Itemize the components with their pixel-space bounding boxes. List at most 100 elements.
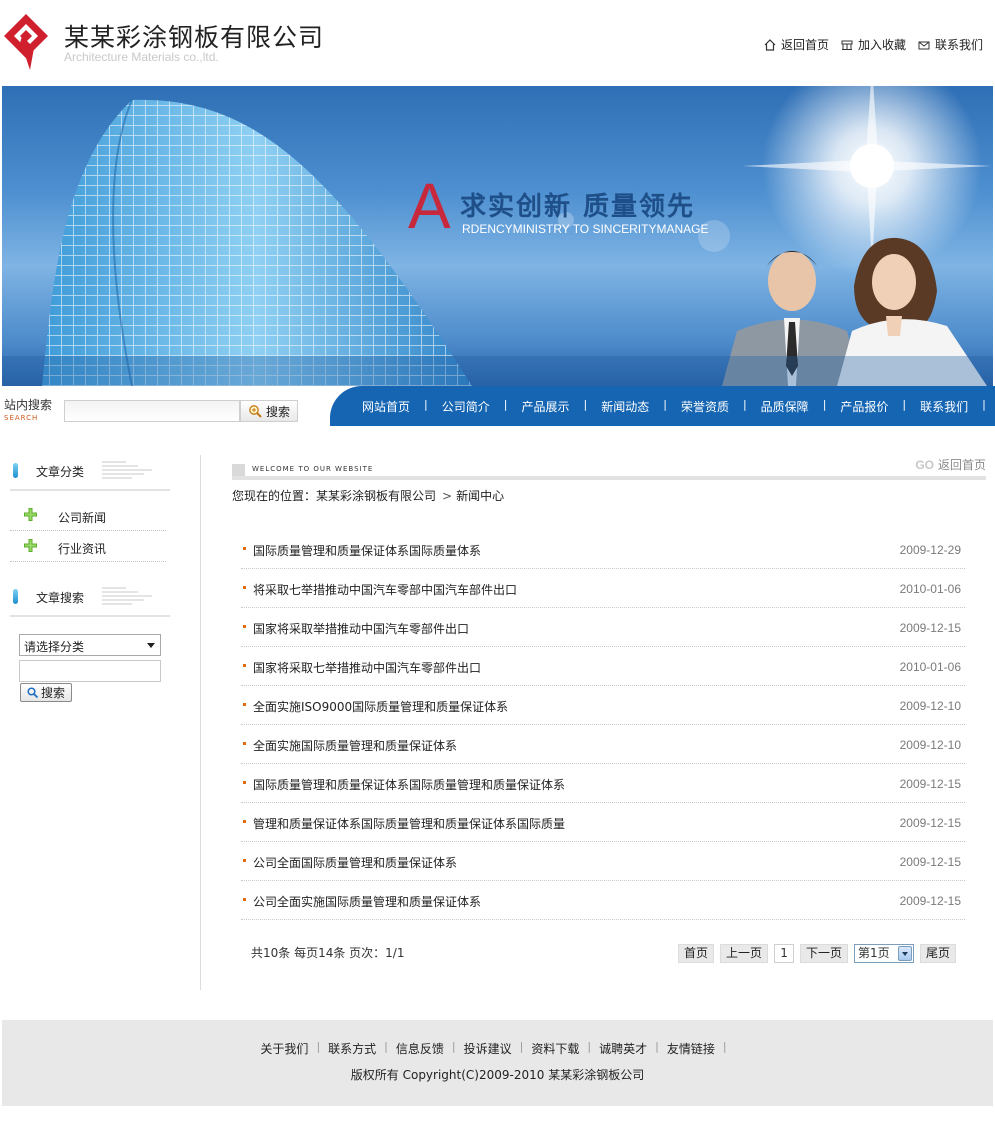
breadcrumb-current: 新闻中心 [456,489,505,503]
nav-item-home[interactable]: 网站首页 [362,398,410,415]
next-page-button[interactable]: 下一页 [800,944,849,963]
bullet-icon [243,664,246,667]
sidebar-item-label: 行业资讯 [58,542,107,556]
favorites-icon [841,40,853,50]
top-link-home-label: 返回首页 [780,38,829,52]
heading-marker-icon [13,463,18,478]
top-link-contact[interactable]: 联系我们 [918,36,983,53]
chevron-down-icon [147,643,155,648]
last-page-button[interactable]: 尾页 [920,944,957,963]
nav-item-contact[interactable]: 联系我们 [920,398,968,415]
site-search-button-label: 搜索 [265,404,290,419]
site-search-label-en: SEARCH [4,414,39,422]
footer-link-feedback[interactable]: 信息反馈 [396,1040,444,1057]
footer-link-about[interactable]: 关于我们 [260,1040,308,1057]
company-logo-icon[interactable] [4,12,52,72]
nav-item-news[interactable]: 新闻动态 [601,398,649,415]
news-row[interactable]: 将采取七举措推动中国汽车零部中国汽车部件出口 2010-01-06 [241,569,965,608]
category-heading-title: 文章分类 [36,465,85,479]
sidebar-item-company-news[interactable]: 公司新闻 [10,500,166,531]
heading-lines-decoration-icon [102,587,152,605]
sidebar-item-industry-news[interactable]: 行业资讯 [10,531,166,562]
news-date: 2009-12-15 [899,816,961,830]
news-date: 2009-12-15 [899,855,961,869]
top-link-home[interactable]: 返回首页 [764,36,829,53]
pagination: 首页 上一页 1 下一页 第1页 尾页 [678,944,957,963]
news-row[interactable]: 管理和质量保证体系国际质量管理和质量保证体系国际质量 2009-12-15 [241,803,965,842]
news-row[interactable]: 国际质量管理和质量保证体系国际质量管理和质量保证体系 2009-12-15 [241,764,965,803]
nav-separator: | [424,398,428,411]
news-list: 国际质量管理和质量保证体系国际质量体系 2009-12-29 将采取七举措推动中… [241,530,965,920]
footer-link-complaints[interactable]: 投诉建议 [464,1040,512,1057]
nav-item-pricing[interactable]: 产品报价 [840,398,888,415]
page-select[interactable]: 第1页 [854,944,915,963]
first-page-button[interactable]: 首页 [678,944,715,963]
banner-title: 求实创新 质量领先 [460,192,696,222]
top-link-favorites[interactable]: 加入收藏 [841,36,906,53]
news-title[interactable]: 全面实施国际质量管理和质量保证体系 [253,737,457,754]
news-title[interactable]: 国家将采取七举措推动中国汽车零部件出口 [253,659,481,676]
news-row[interactable]: 国际质量管理和质量保证体系国际质量体系 2009-12-29 [241,530,965,569]
news-date: 2009-12-10 [899,738,961,752]
breadcrumb-home[interactable]: 某某彩涂钢板有限公司 [316,489,436,503]
news-row[interactable]: 国家将采取七举措推动中国汽车零部件出口 2010-01-06 [241,647,965,686]
footer-separator: | [722,1040,727,1053]
footer-link-careers[interactable]: 诚聘英才 [599,1040,647,1057]
news-title[interactable]: 公司全面实施国际质量管理和质量保证体系 [253,893,481,910]
home-icon [764,38,776,51]
breadcrumb-separator: > [442,489,453,503]
breadcrumb-prefix: 您现在的位置： [232,489,317,503]
nav-item-quality[interactable]: 品质保障 [761,398,809,415]
site-search-label: 站内搜索 [4,398,53,412]
news-title[interactable]: 国家将采取举措推动中国汽车零部件出口 [253,620,469,637]
banner-title-letter: A [408,170,451,242]
article-search-button-label: 搜索 [40,686,65,700]
nav-item-honors[interactable]: 荣誉资质 [681,398,729,415]
nav-item-about[interactable]: 公司简介 [442,398,490,415]
current-page-number[interactable]: 1 [774,944,795,963]
news-title[interactable]: 国际质量管理和质量保证体系国际质量体系 [253,542,481,559]
go-back-home-link[interactable]: GO 返回首页 [915,456,986,473]
news-title[interactable]: 管理和质量保证体系国际质量管理和质量保证体系国际质量 [253,815,565,832]
article-search-button[interactable]: 搜索 [20,683,72,702]
site-search-button[interactable]: 搜索 [240,400,298,422]
news-row[interactable]: 公司全面国际质量管理和质量保证体系 2009-12-15 [241,842,965,881]
news-row[interactable]: 公司全面实施国际质量管理和质量保证体系 2009-12-15 [241,881,965,920]
heading-marker-icon [13,589,18,604]
footer-separator: | [587,1040,592,1053]
news-row[interactable]: 全面实施ISO9000国际质量管理和质量保证体系 2009-12-10 [241,686,965,725]
news-row[interactable]: 国家将采取举措推动中国汽车零部件出口 2009-12-15 [241,608,965,647]
nav-item-products[interactable]: 产品展示 [521,398,569,415]
category-select-value: 请选择分类 [24,640,85,654]
plus-icon [24,508,37,521]
category-select[interactable]: 请选择分类 [19,634,161,656]
prev-page-button[interactable]: 上一页 [720,944,769,963]
footer-link-friends[interactable]: 友情链接 [667,1040,715,1057]
nav-separator: | [503,398,508,411]
site-search-input[interactable] [64,400,240,422]
footer-link-downloads[interactable]: 资料下载 [531,1040,579,1057]
copyright-text: 版权所有 Copyright(C)2009-2010 某某彩涂钢板公司 [350,1068,645,1082]
footer-link-contact[interactable]: 联系方式 [328,1040,376,1057]
site-header: 某某彩涂钢板有限公司 Architecture Materials co.,lt… [0,0,995,86]
go-back-label: 返回首页 [937,458,986,472]
heading-lines-decoration-icon [102,461,152,479]
site-footer: 关于我们 | 联系方式 | 信息反馈 | 投诉建议 | 资料下载 | 诚聘英才 … [2,1020,993,1106]
news-title[interactable]: 将采取七举措推动中国汽车零部中国汽车部件出口 [253,581,517,598]
keyword-input[interactable] [19,660,161,682]
news-row[interactable]: 全面实施国际质量管理和质量保证体系 2009-12-10 [241,725,965,764]
bullet-icon [243,898,246,901]
news-title[interactable]: 国际质量管理和质量保证体系国际质量管理和质量保证体系 [253,776,565,793]
bullet-icon [243,703,246,706]
bullet-icon [243,547,246,550]
news-title[interactable]: 公司全面国际质量管理和质量保证体系 [253,854,457,871]
banner-illustration [2,86,993,386]
news-title[interactable]: 全面实施ISO9000国际质量管理和质量保证体系 [253,698,508,715]
search-icon [27,687,38,698]
chevron-down-icon [898,946,913,961]
bullet-icon [243,586,246,589]
news-date: 2009-12-15 [899,894,961,908]
mail-icon [918,41,930,49]
article-search-heading-title: 文章搜索 [36,591,85,605]
welcome-text: WELCOME TO OUR WEBSITE [252,465,374,473]
